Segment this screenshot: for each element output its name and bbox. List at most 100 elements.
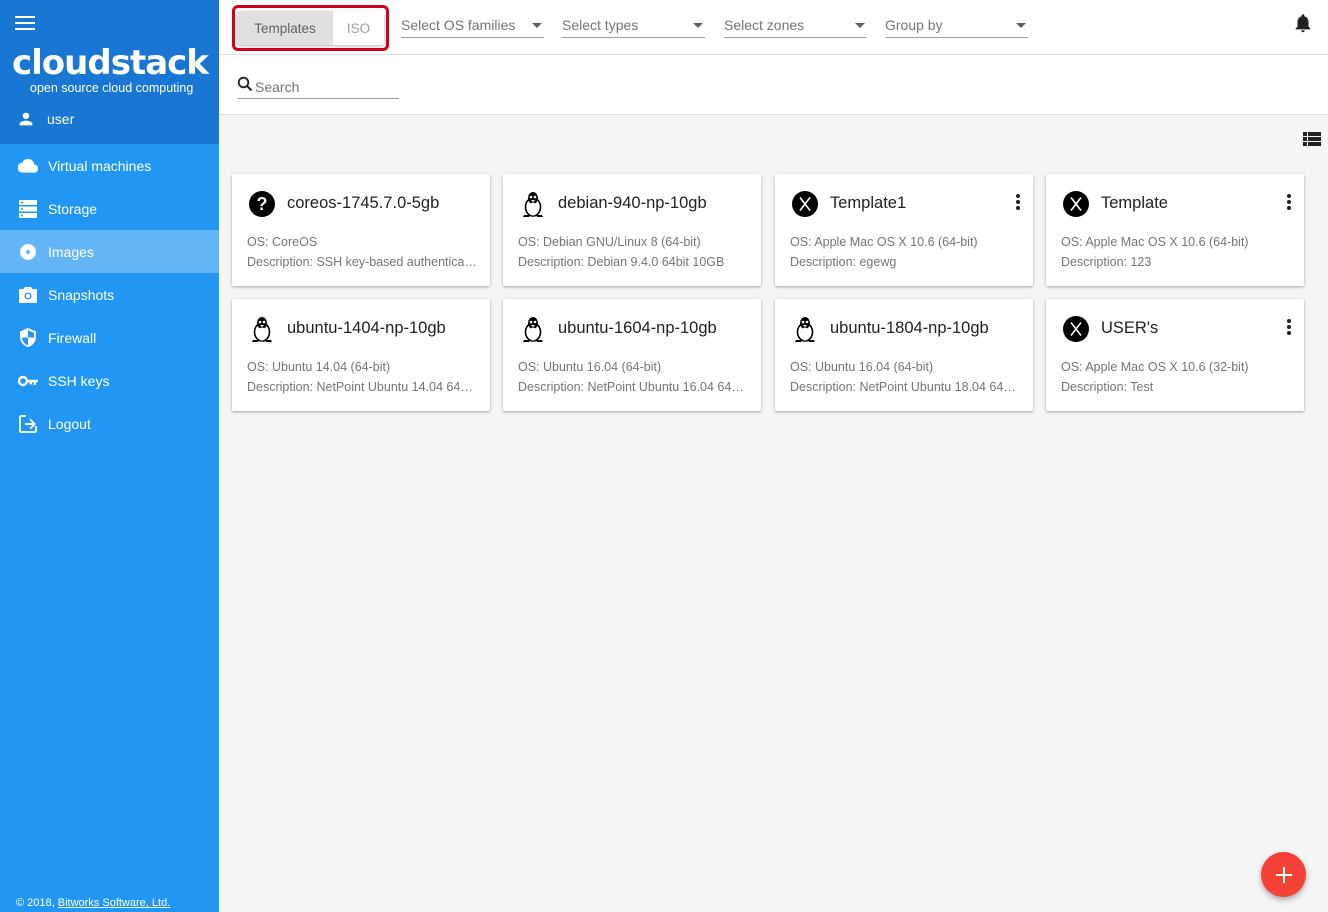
linux-icon (248, 315, 276, 343)
template-card[interactable]: ubuntu-1404-np-10gb OS: Ubuntu 14.04 (64-… (232, 299, 490, 411)
sidebar-item-firewall[interactable]: Firewall (0, 316, 219, 359)
card-description: Description: SSH key-based authenticatio… (247, 255, 479, 269)
group-by-select[interactable]: Group by (885, 14, 1028, 38)
template-card[interactable]: debian-940-np-10gb OS: Debian GNU/Linux 8… (503, 174, 761, 286)
macos-icon (1062, 315, 1090, 343)
footer-copyright: © 2018, (16, 897, 58, 909)
card-os: OS: Apple Mac OS X 10.6 (64-bit) (1061, 235, 1249, 249)
template-card[interactable]: Template1 OS: Apple Mac OS X 10.6 (64-bit… (775, 174, 1033, 286)
sidebar-item-images[interactable]: Images (0, 230, 219, 273)
card-description: Description: NetPoint Ubuntu 14.04 64bit… (247, 380, 479, 394)
footer-link[interactable]: Bitworks Software, Ltd. (58, 897, 171, 909)
zones-select-label: Select zones (724, 17, 805, 33)
sidebar-item-label: Images (48, 243, 94, 260)
caret-down-icon (855, 23, 865, 28)
types-select[interactable]: Select types (562, 14, 705, 38)
more-vert-icon[interactable] (1286, 194, 1292, 212)
footer: © 2018, Bitworks Software, Ltd. (16, 897, 170, 909)
card-os: OS: Ubuntu 16.04 (64-bit) (790, 360, 934, 374)
more-vert-icon[interactable] (1286, 319, 1292, 337)
os-families-select[interactable]: Select OS families (401, 14, 544, 38)
logout-icon (18, 414, 38, 434)
add-template-button[interactable] (1261, 852, 1306, 897)
card-title: USER's (1101, 319, 1159, 337)
sidebar-item-virtual-machines[interactable]: Virtual machines (0, 144, 219, 187)
caret-down-icon (1016, 23, 1026, 28)
plus-icon (1275, 866, 1292, 883)
card-title: debian-940-np-10gb (558, 194, 707, 212)
sidebar-item-label: SSH keys (48, 372, 110, 389)
caret-down-icon (693, 23, 703, 28)
card-title: coreos-1745.7.0-5gb (287, 194, 440, 212)
group-by-select-label: Group by (885, 17, 943, 33)
card-os: OS: Ubuntu 14.04 (64-bit) (247, 360, 391, 374)
sidebar-item-label: Firewall (48, 329, 97, 346)
tab-iso[interactable]: ISO (333, 11, 384, 45)
cloud-icon (18, 156, 38, 176)
card-description: Description: egewg (790, 255, 897, 269)
template-card[interactable]: ubuntu-1604-np-10gb OS: Ubuntu 16.04 (64-… (503, 299, 761, 411)
sidebar-item-snapshots[interactable]: Snapshots (0, 273, 219, 316)
card-description: Description: Debian 9.4.0 64bit 10GB (518, 255, 725, 269)
search-bar (219, 55, 1328, 115)
card-os: OS: CoreOS (247, 235, 318, 249)
linux-icon (519, 190, 547, 218)
template-card[interactable]: USER's OS: Apple Mac OS X 10.6 (32-bit) De… (1046, 299, 1304, 411)
question-icon: ? (248, 190, 276, 218)
sidebar-item-logout[interactable]: Logout (0, 402, 219, 445)
more-vert-icon[interactable] (1015, 194, 1021, 212)
card-description: Description: 123 (1061, 255, 1152, 269)
template-card[interactable]: Template OS: Apple Mac OS X 10.6 (64-bit)… (1046, 174, 1304, 286)
card-os: OS: Apple Mac OS X 10.6 (32-bit) (1061, 360, 1249, 374)
card-description: Description: NetPoint Ubuntu 16.04 64bit… (518, 380, 750, 394)
linux-icon (519, 315, 547, 343)
user-menu[interactable]: user (18, 109, 74, 129)
svg-text:?: ? (257, 194, 268, 214)
macos-icon (791, 190, 819, 218)
bell-icon[interactable] (1292, 12, 1314, 39)
sidebar-item-storage[interactable]: Storage (0, 187, 219, 230)
templates-iso-toggle: Templates ISO (237, 11, 384, 45)
key-icon (18, 371, 38, 391)
sidebar-header: cloudstack open source cloud computing u… (0, 0, 219, 144)
storage-icon (18, 199, 38, 219)
sidebar: cloudstack open source cloud computing u… (0, 0, 219, 912)
top-toolbar: Templates ISO Select OS families Select … (219, 0, 1328, 55)
card-title: ubuntu-1804-np-10gb (830, 319, 989, 337)
caret-down-icon (532, 23, 542, 28)
sidebar-item-label: Virtual machines (48, 157, 152, 174)
logo: cloudstack (12, 43, 209, 83)
card-os: OS: Apple Mac OS X 10.6 (64-bit) (790, 235, 978, 249)
card-title: ubuntu-1604-np-10gb (558, 319, 717, 337)
logo-subtitle: open source cloud computing (30, 81, 194, 95)
card-description: Description: NetPoint Ubuntu 18.04 64bit… (790, 380, 1022, 394)
search-icon (237, 76, 253, 97)
list-view-icon[interactable] (1303, 132, 1321, 151)
shield-icon (18, 328, 38, 348)
user-name: user (47, 111, 75, 127)
sidebar-item-label: Snapshots (48, 286, 115, 303)
tab-templates[interactable]: Templates (237, 11, 333, 45)
card-description: Description: Test (1061, 380, 1154, 394)
template-card[interactable]: ? coreos-1745.7.0-5gb OS: CoreOS Descriptio… (232, 174, 490, 286)
template-card[interactable]: ubuntu-1804-np-10gb OS: Ubuntu 16.04 (64-… (775, 299, 1033, 411)
card-os: OS: Debian GNU/Linux 8 (64-bit) (518, 235, 701, 249)
card-title: Template1 (830, 194, 907, 212)
sidebar-item-ssh-keys[interactable]: SSH keys (0, 359, 219, 402)
search-field (237, 75, 399, 99)
macos-icon (1062, 190, 1090, 218)
search-input[interactable] (255, 77, 395, 97)
menu-icon[interactable] (15, 16, 35, 32)
user-icon (19, 112, 33, 126)
camera-icon (18, 285, 38, 305)
sidebar-item-label: Storage (48, 200, 98, 217)
card-title: Template (1101, 194, 1168, 212)
types-select-label: Select types (562, 17, 639, 33)
os-families-select-label: Select OS families (401, 17, 516, 33)
zones-select[interactable]: Select zones (724, 14, 867, 38)
disc-icon (18, 242, 38, 262)
sidebar-item-label: Logout (48, 415, 91, 432)
linux-icon (791, 315, 819, 343)
card-title: ubuntu-1404-np-10gb (287, 319, 446, 337)
sidebar-nav: Virtual machines Storage Images Snapshot… (0, 144, 219, 445)
